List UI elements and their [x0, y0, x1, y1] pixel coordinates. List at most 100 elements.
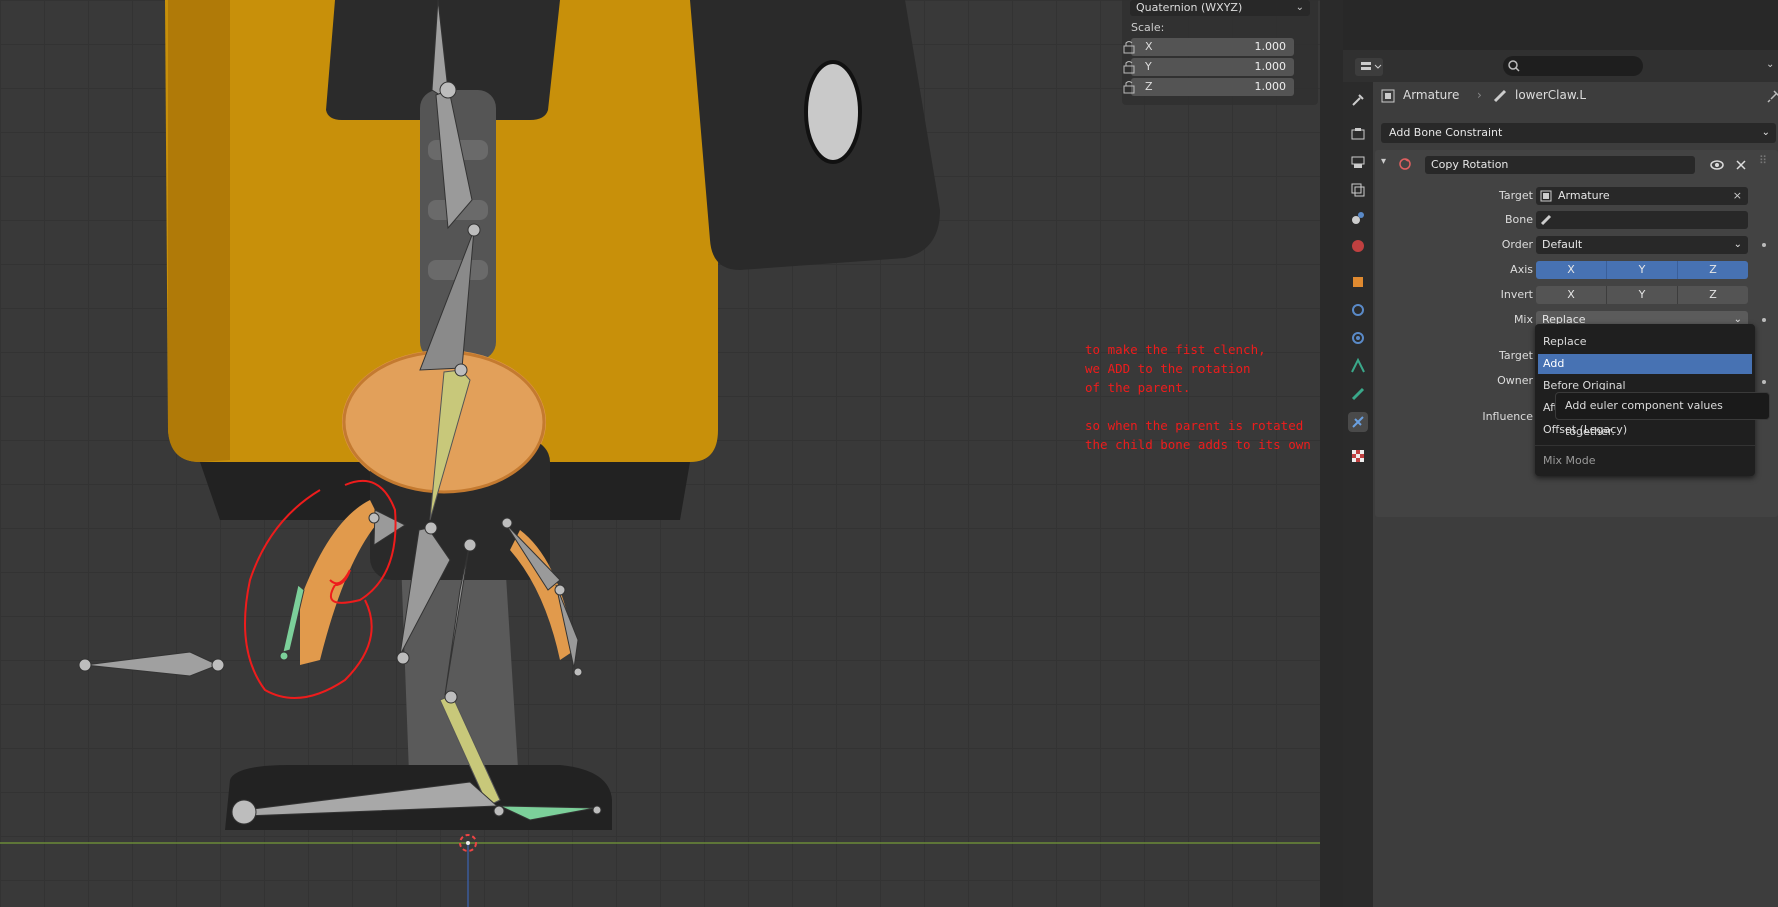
add-bone-constraint-button[interactable]: Add Bone Constraint ⌄	[1381, 123, 1776, 143]
tool-icon	[1352, 94, 1364, 106]
bone-constraint-icon	[1352, 416, 1364, 428]
scale-y-field[interactable]: Y 1.000	[1131, 58, 1294, 76]
eye-icon[interactable]	[1709, 157, 1725, 173]
constraint-name-field[interactable]: Copy Rotation	[1425, 156, 1695, 174]
search-input[interactable]	[1503, 56, 1643, 76]
keyframe-dot[interactable]	[1762, 243, 1766, 247]
tab-physics[interactable]	[1348, 328, 1368, 348]
copy-rotation-icon	[1399, 158, 1411, 170]
clear-icon[interactable]: ×	[1733, 187, 1742, 205]
modifier-icon	[1352, 304, 1364, 316]
target-space-label: Target	[1498, 349, 1533, 362]
add-bone-constraint-label: Add Bone Constraint	[1389, 126, 1503, 139]
owner-space-label: Owner	[1497, 374, 1533, 387]
influence-label: Influence	[1482, 410, 1533, 423]
invert-z-toggle[interactable]: Z	[1678, 286, 1748, 304]
bone-icon	[1351, 387, 1365, 401]
axis-y-toggle[interactable]: Y	[1607, 261, 1678, 279]
pin-icon[interactable]	[1767, 89, 1778, 103]
lock-icon[interactable]	[1122, 40, 1136, 54]
armature-icon	[1540, 190, 1552, 202]
tab-object[interactable]	[1348, 272, 1368, 292]
texture-icon	[1352, 450, 1364, 462]
tab-bone[interactable]	[1348, 384, 1368, 404]
scale-x-axis: X	[1145, 40, 1153, 53]
invert-y-toggle[interactable]: Y	[1607, 286, 1678, 304]
output-icon	[1351, 156, 1365, 168]
order-label: Order	[1501, 238, 1533, 251]
view-layer-icon	[1351, 183, 1365, 197]
constraint-header: ▾ Copy Rotation ⠿	[1375, 150, 1778, 178]
target-field[interactable]: Armature ×	[1536, 187, 1748, 205]
order-value: Default	[1542, 238, 1583, 251]
menu-item-replace[interactable]: Replace	[1538, 332, 1752, 352]
annotation-line: to make the fist clench,	[1085, 342, 1266, 357]
tab-texture[interactable]	[1348, 446, 1368, 466]
armature-icon	[1351, 358, 1365, 373]
tab-render[interactable]	[1348, 124, 1368, 144]
chevron-down-icon: ⌄	[1733, 239, 1742, 250]
collapse-arrow-icon[interactable]: ▾	[1381, 156, 1386, 167]
tooltip: Add euler component values together.	[1555, 392, 1770, 438]
tab-scene[interactable]	[1348, 208, 1368, 228]
rotation-mode-select[interactable]: Quaternion (WXYZ) ⌄	[1130, 0, 1310, 16]
axis-label: Axis	[1510, 263, 1533, 276]
axis-x-toggle[interactable]: X	[1536, 261, 1607, 279]
scale-x-field[interactable]: X 1.000	[1131, 38, 1294, 56]
breadcrumb-separator: ›	[1477, 88, 1482, 102]
tab-bone-constraints[interactable]	[1348, 412, 1368, 432]
menu-item-add[interactable]: Add	[1538, 354, 1752, 374]
invert-x-toggle[interactable]: X	[1536, 286, 1607, 304]
invert-label: Invert	[1500, 288, 1533, 301]
search-icon	[1508, 60, 1520, 72]
tab-object-data[interactable]	[1348, 356, 1368, 376]
target-label: Target	[1498, 189, 1533, 202]
tab-output[interactable]	[1348, 152, 1368, 172]
top-bar	[1343, 0, 1778, 50]
editor-type-icon	[1361, 62, 1382, 70]
rotation-mode-value: Quaternion (WXYZ)	[1136, 1, 1243, 14]
properties-header: ⌄	[1343, 50, 1778, 82]
chevron-down-icon: ⌄	[1761, 127, 1770, 138]
armature-icon	[1381, 89, 1395, 103]
keyframe-dot[interactable]	[1762, 380, 1766, 384]
annotation-line: so when the parent is rotated	[1085, 418, 1304, 433]
annotation-line	[1085, 397, 1320, 416]
annotation-line: the child bone adds to its own rotation	[1085, 437, 1320, 452]
axis-toggle-group: X Y Z	[1536, 261, 1748, 279]
lock-icon[interactable]	[1122, 60, 1136, 74]
chevron-down-icon[interactable]: ⌄	[1766, 59, 1774, 70]
keyframe-dot[interactable]	[1762, 318, 1766, 322]
order-select[interactable]: Default ⌄	[1536, 236, 1748, 254]
tab-modifiers[interactable]	[1348, 300, 1368, 320]
close-icon[interactable]	[1733, 157, 1749, 173]
annotation-text: to make the fist clench, we ADD to the ro…	[1085, 340, 1320, 454]
bone-icon	[1493, 89, 1507, 103]
axis-z-toggle[interactable]: Z	[1678, 261, 1748, 279]
menu-item-before-original[interactable]: Before Original	[1538, 376, 1752, 390]
tab-world[interactable]	[1348, 236, 1368, 256]
transform-panel: Quaternion (WXYZ) ⌄ Scale: X 1.000 Y 1.0…	[1122, 0, 1318, 105]
tab-view-layer[interactable]	[1348, 180, 1368, 200]
scale-z-field[interactable]: Z 1.000	[1131, 78, 1294, 96]
bone-label: Bone	[1504, 213, 1533, 226]
bone-icon	[1540, 214, 1552, 226]
physics-icon	[1352, 332, 1364, 344]
menu-title: Mix Mode	[1543, 454, 1596, 467]
area-divider[interactable]	[1320, 0, 1343, 907]
mix-label: Mix	[1513, 313, 1533, 326]
target-value: Armature	[1558, 189, 1610, 202]
scale-z-value: 1.000	[1254, 80, 1287, 93]
properties-content: Armature › lowerClaw.L Add Bone Constrai…	[1373, 82, 1778, 907]
editor-type-button[interactable]	[1355, 58, 1383, 76]
tab-tool[interactable]	[1348, 90, 1368, 110]
bone-field[interactable]	[1536, 211, 1748, 229]
annotation-line: of the parent.	[1085, 380, 1191, 395]
scale-label: Scale:	[1131, 21, 1165, 34]
invert-toggle-group: X Y Z	[1536, 286, 1748, 304]
lock-icon[interactable]	[1122, 80, 1136, 94]
scale-y-value: 1.000	[1254, 60, 1287, 73]
drag-handle-icon[interactable]: ⠿	[1759, 154, 1767, 167]
chevron-down-icon: ⌄	[1295, 2, 1304, 13]
3d-viewport[interactable]: Quaternion (WXYZ) ⌄ Scale: X 1.000 Y 1.0…	[0, 0, 1320, 907]
